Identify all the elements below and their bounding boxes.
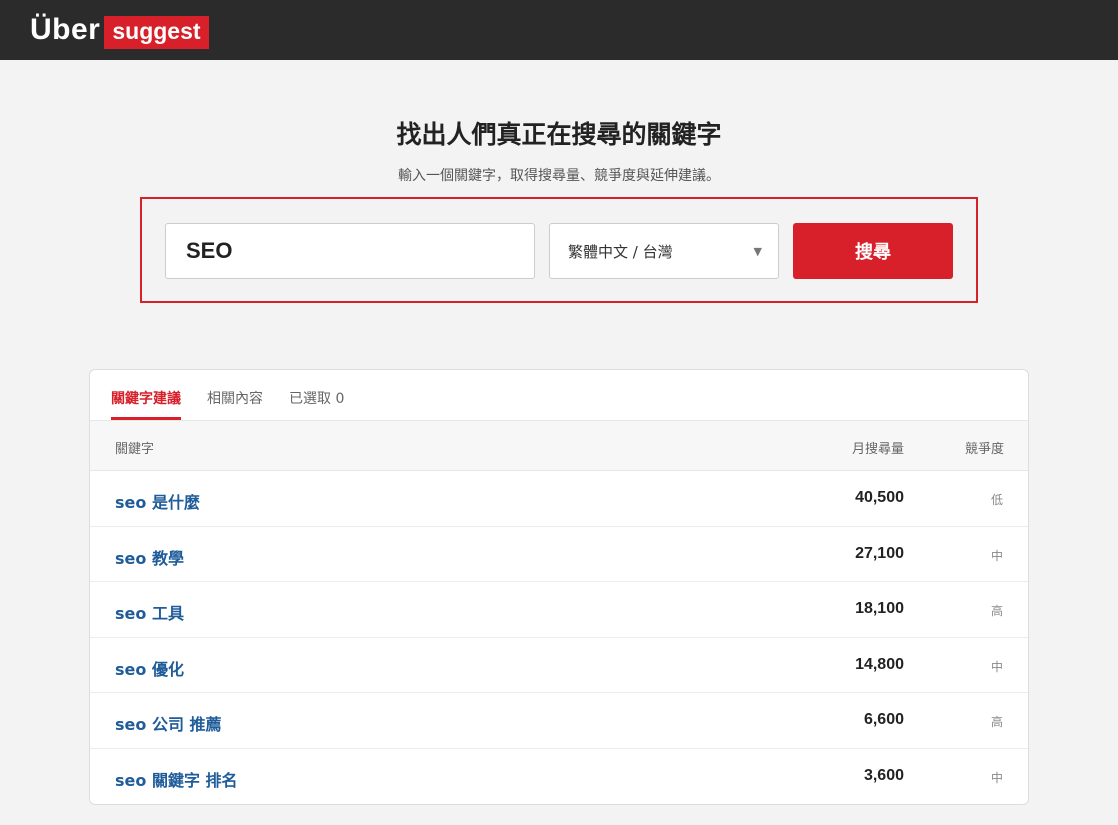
search-volume: 3,600 bbox=[863, 766, 904, 784]
search-volume: 14,800 bbox=[855, 655, 904, 673]
table-row[interactable]: seo 優化 14,800 中 bbox=[90, 638, 1028, 693]
column-header-competition[interactable]: 競爭度 bbox=[965, 438, 1004, 457]
tab-keyword-suggestions[interactable]: 關鍵字建議 bbox=[111, 370, 181, 420]
tab-selected[interactable]: 已選取 0 bbox=[289, 370, 344, 420]
search-form: 繁體中文 / 台灣 ▼ 搜尋 bbox=[140, 197, 978, 303]
competition-level: 高 bbox=[990, 604, 1003, 618]
keyword-link[interactable]: seo 公司 推薦 bbox=[115, 711, 222, 735]
keyword-link[interactable]: seo 教學 bbox=[115, 545, 184, 569]
search-volume: 27,100 bbox=[855, 544, 904, 562]
competition-level: 中 bbox=[990, 770, 1003, 785]
table-row[interactable]: seo 工具 18,100 高 bbox=[90, 582, 1028, 638]
tab-related-content[interactable]: 相關內容 bbox=[207, 370, 263, 420]
language-select-value: 繁體中文 / 台灣 bbox=[568, 242, 673, 261]
logo-suggest-badge: suggest bbox=[104, 15, 209, 49]
page-headline: 找出人們真正在搜尋的關鍵字 bbox=[396, 120, 722, 149]
results-card: 關鍵字建議 相關內容 已選取 0 關鍵字 月搜尋量 競爭度 seo 是什麼 40… bbox=[89, 369, 1029, 805]
column-header-volume[interactable]: 月搜尋量 bbox=[852, 438, 904, 457]
table-row[interactable]: seo 關鍵字 排名 3,600 中 bbox=[90, 749, 1028, 805]
page-subheadline: 輸入一個關鍵字，取得搜尋量、競爭度與延伸建議。 bbox=[398, 168, 720, 184]
keyword-link[interactable]: seo 優化 bbox=[115, 656, 184, 680]
competition-level: 中 bbox=[990, 548, 1003, 563]
table-row[interactable]: seo 是什麼 40,500 低 bbox=[90, 471, 1028, 527]
search-volume: 18,100 bbox=[855, 600, 904, 617]
ubersuggest-logo[interactable]: Über suggest bbox=[30, 12, 209, 49]
search-volume: 40,500 bbox=[855, 489, 904, 506]
search-volume: 6,600 bbox=[863, 711, 904, 728]
logo-uber-text: Über bbox=[30, 13, 101, 46]
table-row[interactable]: seo 公司 推薦 6,600 高 bbox=[90, 693, 1028, 749]
keyword-link[interactable]: seo 關鍵字 排名 bbox=[115, 767, 238, 791]
competition-level: 低 bbox=[990, 493, 1003, 507]
table-header: 關鍵字 月搜尋量 競爭度 bbox=[90, 421, 1028, 471]
top-bar: Über suggest bbox=[0, 0, 1118, 60]
table-row[interactable]: seo 教學 27,100 中 bbox=[90, 527, 1028, 582]
competition-level: 中 bbox=[990, 659, 1003, 674]
keyword-link[interactable]: seo 是什麼 bbox=[115, 489, 200, 513]
column-header-keyword[interactable]: 關鍵字 bbox=[115, 438, 154, 457]
hero-section: 找出人們真正在搜尋的關鍵字 輸入一個關鍵字，取得搜尋量、競爭度與延伸建議。 bbox=[0, 115, 1118, 185]
results-tabs: 關鍵字建議 相關內容 已選取 0 bbox=[90, 370, 1028, 421]
competition-level: 高 bbox=[990, 715, 1003, 729]
search-button[interactable]: 搜尋 bbox=[793, 223, 953, 279]
language-select[interactable]: 繁體中文 / 台灣 ▼ bbox=[549, 223, 779, 279]
keyword-link[interactable]: seo 工具 bbox=[115, 600, 184, 624]
caret-down-icon: ▼ bbox=[753, 244, 762, 258]
keyword-input[interactable] bbox=[165, 223, 535, 279]
